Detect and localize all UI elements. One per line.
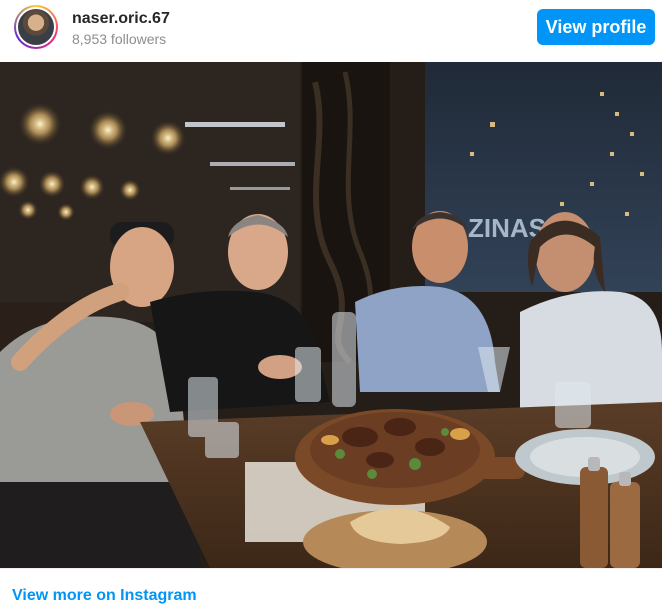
view-more-link[interactable]: View more on Instagram xyxy=(12,587,197,605)
avatar[interactable] xyxy=(14,5,58,49)
user-block: naser.oric.67 8,953 followers xyxy=(72,9,170,48)
post-photo[interactable]: ZINAS xyxy=(0,62,662,568)
photo-scene: ZINAS xyxy=(0,62,662,568)
view-profile-button[interactable]: View profile xyxy=(537,9,655,45)
username[interactable]: naser.oric.67 xyxy=(72,9,170,29)
avatar-photo xyxy=(16,7,56,47)
followers-count: 8,953 followers xyxy=(72,31,167,47)
embed-header: naser.oric.67 8,953 followers View profi… xyxy=(0,0,662,56)
embed-footer: View more on Instagram xyxy=(0,568,662,605)
instagram-embed: naser.oric.67 8,953 followers View profi… xyxy=(0,0,662,605)
